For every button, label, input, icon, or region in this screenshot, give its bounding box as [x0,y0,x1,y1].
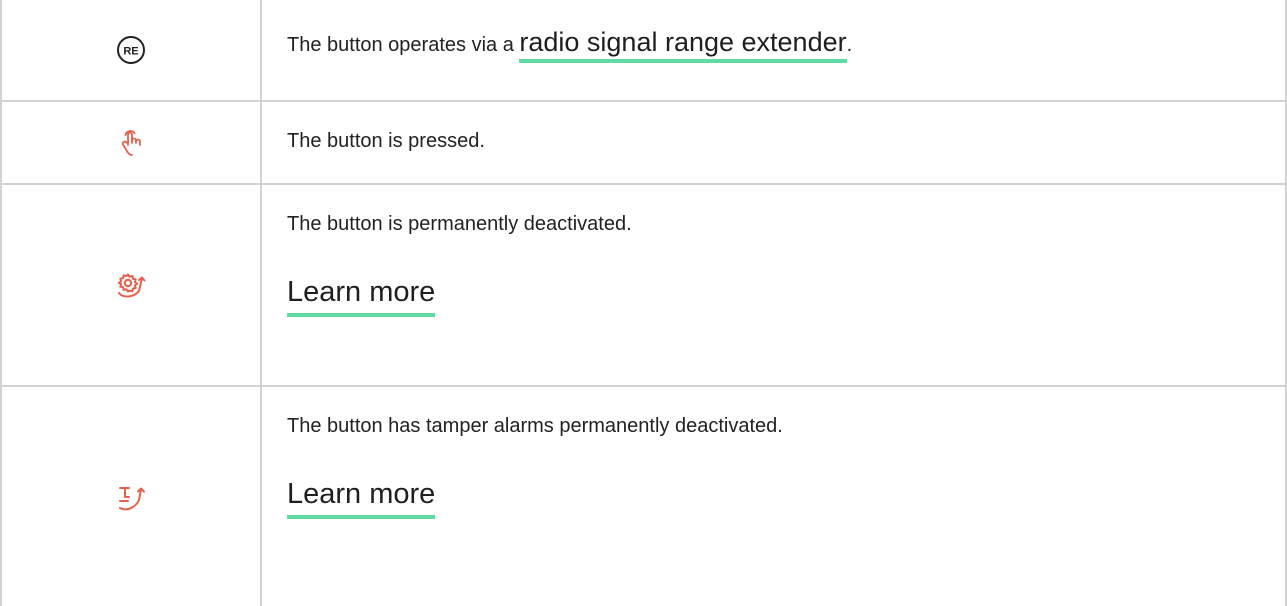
table-row: The button is pressed. [2,102,1285,185]
row-description: The button is pressed. [287,130,485,152]
description-cell: The button is pressed. [262,102,1285,183]
table-row: RE The button operates via a radio signa… [2,0,1285,102]
re-icon: RE [116,35,146,65]
row-description: The button has tamper alarms permanently… [287,415,783,437]
row-description: The button is permanently deactivated. [287,213,632,235]
learn-more-link[interactable]: Learn more [287,276,436,317]
description-cell: The button is permanently deactivated. L… [262,185,1285,385]
icon-cell: RE [2,0,262,100]
tamper-deactivated-icon [115,482,147,512]
radio-signal-range-extender-link[interactable]: radio signal range extender [519,27,847,63]
icon-cell [2,102,262,183]
description-text-end: . [846,34,853,56]
row-description: The button operates via a radio signal r… [287,27,853,63]
icon-cell [2,387,262,606]
learn-more-link[interactable]: Learn more [287,478,436,519]
gear-deactivated-icon [115,270,147,300]
description-cell: The button has tamper alarms permanently… [262,387,1285,606]
table-row: The button is permanently deactivated. L… [2,185,1285,387]
description-text: The button operates via a [287,34,520,56]
status-icon-table: RE The button operates via a radio signa… [0,0,1287,606]
svg-text:RE: RE [123,46,138,58]
table-row: The button has tamper alarms permanently… [2,387,1285,606]
description-cell: The button operates via a radio signal r… [262,0,1285,100]
icon-cell [2,185,262,385]
hand-press-icon [118,128,144,158]
